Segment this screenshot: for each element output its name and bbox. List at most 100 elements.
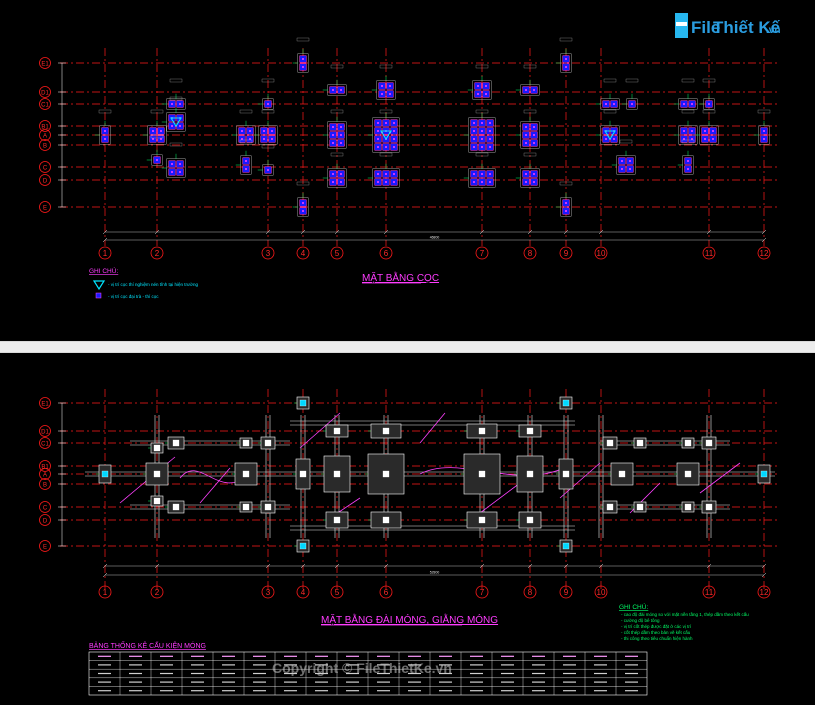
- pile-cap-9: [258, 500, 276, 514]
- pile-cap-35: [674, 462, 700, 486]
- pile-cluster-30: [611, 150, 636, 175]
- pile-cap-30: [608, 462, 634, 486]
- foundation-note-5: - thi công theo tiêu chuẩn hiện hành: [621, 635, 693, 641]
- pile-legend-title: GHI CHÚ:: [89, 266, 118, 275]
- pile-cap-38: [679, 437, 695, 449]
- axis-label-3: 3: [266, 249, 271, 258]
- foundation-dimension-lines: 52800: [102, 563, 767, 578]
- pile-cluster-35: [694, 120, 719, 145]
- axis-label-1: 1: [103, 249, 108, 258]
- pile-cluster-26: [555, 48, 572, 73]
- foundation-grid-lines: [58, 389, 780, 589]
- beam-label-leader-8: [699, 462, 741, 494]
- pile-cap-25: [514, 455, 544, 493]
- pile-cap-34: [631, 501, 647, 513]
- foundation-axis-bubbles: E1D1C1B1ABCDE1 2 3 4 5 6 7 8 9 10 11 12: [39, 397, 771, 599]
- panel-separator: [0, 342, 815, 352]
- beam-label-leader-4: [419, 412, 446, 444]
- axis-label-7: 7: [480, 588, 485, 597]
- foundation-plan-drawing: 52800 E1D1C1B1ABCDE1 2 3 4 5 6 7 8 9 10 11 12 MẶT B…: [39, 389, 780, 696]
- pile-clusters: [94, 37, 771, 217]
- foundation-notes: GHI CHÚ: - cao độ đài móng so với mặt nề…: [619, 602, 749, 641]
- axis-label-C1: C1: [41, 442, 49, 448]
- pile-cap-26: [516, 511, 542, 529]
- axis-label-3: 3: [266, 588, 271, 597]
- overall-dimension-text: 46800: [430, 236, 440, 240]
- axis-label-4: 4: [301, 249, 306, 258]
- axis-label-A: A: [43, 134, 47, 140]
- beam-label-leader-2: [199, 467, 231, 504]
- pile-cap-40: [755, 464, 771, 484]
- axis-label-10: 10: [597, 588, 606, 597]
- pile-cluster-10: [235, 150, 252, 175]
- foundation-plan-panel: 52800 E1 D1 C1 B1 A B C D E 1 2 3 4 5 6 7 8 9 10 11 12 MẶT B…: [0, 352, 815, 704]
- pile-legend-line-1: - vị trí cọc thí nghiệm nén tĩnh tại hiệ…: [108, 282, 199, 287]
- pile-cap-2: [143, 462, 169, 486]
- axis-label-11: 11: [705, 588, 714, 597]
- pile-cap-10: [237, 437, 253, 449]
- pile-cap-23: [464, 511, 498, 529]
- pile-cap-12: [294, 396, 310, 410]
- pile-cap-1: [96, 464, 112, 484]
- pile-cluster-24: [515, 116, 540, 149]
- pile-cluster-8: [257, 93, 274, 110]
- pile-cap-13: [294, 539, 310, 553]
- pile-cap-32: [600, 500, 618, 514]
- schedule-table-title: BẢNG THỐNG KÊ CẤU KIỆN MÓNG: [89, 640, 206, 650]
- axis-label-8: 8: [528, 588, 533, 597]
- pile-cap-3: [165, 436, 185, 450]
- pile-cluster-37: [753, 120, 770, 145]
- axis-label-7: 7: [480, 249, 485, 258]
- pile-plan-panel: File Thiết Kế .vn 46800 E1 D1 C1 B1 A B C D E 1 2 3…: [0, 0, 815, 342]
- foundation-note-2: - cường độ bê tông: [621, 618, 660, 623]
- pile-cluster-32: [673, 93, 698, 110]
- pile-cluster-29: [595, 120, 620, 145]
- pile-cap-8: [258, 436, 276, 450]
- copyright-watermark: Copyright © FileThietKe.vn: [272, 660, 452, 676]
- pile-cap-37: [699, 500, 717, 514]
- foundation-note-1: - cao độ đài móng so với mặt nền tầng 1,…: [621, 612, 749, 617]
- axis-label-2: 2: [155, 249, 160, 258]
- axis-label-1: 1: [103, 588, 108, 597]
- pile-cap-11: [237, 501, 253, 513]
- pile-grid-lines: [58, 48, 780, 246]
- pile-cap-21: [464, 423, 498, 439]
- filethietke-logo: File Thiết Kế .vn: [675, 13, 781, 38]
- axis-label-5: 5: [335, 249, 340, 258]
- pile-cap-28: [557, 539, 573, 553]
- axis-label-B: B: [43, 144, 47, 150]
- axis-label-E: E: [43, 545, 47, 551]
- pile-cluster-12: [292, 48, 309, 73]
- pile-cluster-27: [555, 192, 572, 217]
- pile-cap-24: [516, 424, 542, 438]
- axis-label-D: D: [43, 179, 48, 185]
- overall-dimension-text: 52800: [430, 571, 440, 575]
- pile-cap-39: [679, 501, 695, 513]
- pile-cluster-9: [253, 120, 278, 145]
- pile-cluster-21: [463, 112, 496, 153]
- pile-cluster-5: [161, 153, 186, 178]
- pile-cluster-15: [322, 116, 347, 149]
- axis-label-D: D: [43, 519, 48, 525]
- pile-cap-6: [148, 495, 164, 507]
- pile-cluster-6: [146, 149, 163, 166]
- pile-cluster-20: [467, 75, 492, 100]
- axis-label-C: C: [43, 506, 48, 512]
- pile-cluster-2: [142, 120, 167, 145]
- pile-cap-36: [699, 436, 717, 450]
- pile-plan-drawing: File Thiết Kế .vn 46800 E1D1C1B1ABCDE1 2 3…: [39, 13, 781, 299]
- pile-cluster-18: [367, 112, 400, 153]
- axis-label-11: 11: [705, 249, 714, 258]
- pile-cluster-4: [161, 107, 186, 132]
- pile-cluster-11: [257, 159, 274, 176]
- pile-caps: [96, 396, 771, 553]
- foundation-plan-title: MẶT BẰNG ĐÀI MÓNG, GIẰNG MÓNG: [321, 613, 498, 626]
- pile-cluster-17: [371, 75, 396, 100]
- pile-cluster-23: [515, 79, 540, 96]
- pile-cap-18: [368, 423, 402, 439]
- axis-label-12: 12: [760, 588, 769, 597]
- axis-label-D1: D1: [41, 430, 49, 436]
- tie-beams: [85, 412, 775, 538]
- pile-cap-7: [232, 462, 258, 486]
- axis-label-E1: E1: [41, 402, 49, 408]
